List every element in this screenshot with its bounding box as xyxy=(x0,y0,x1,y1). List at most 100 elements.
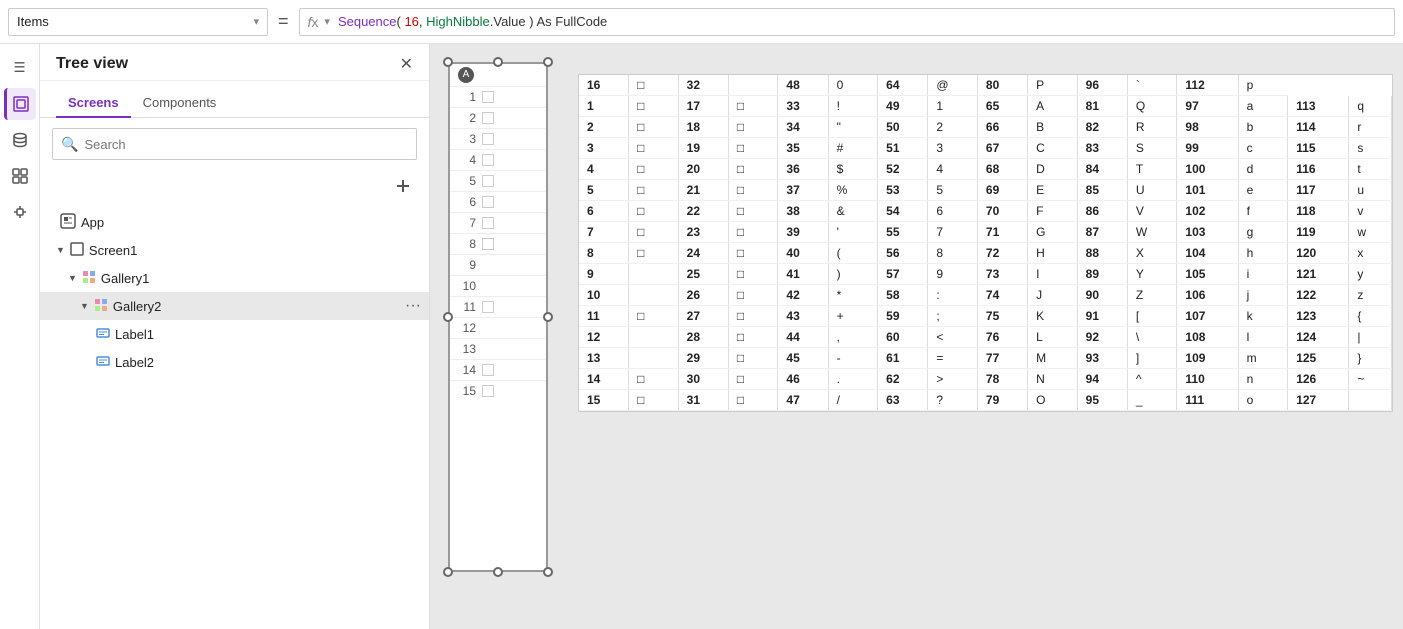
gallery-row-2: 2 xyxy=(450,108,546,129)
ascii-cell-11-7: < xyxy=(928,327,978,348)
col-h-3b: 0 xyxy=(828,75,878,96)
ascii-cell-0-2: 17 xyxy=(678,96,728,117)
ascii-cell-3-12: 100 xyxy=(1177,159,1238,180)
gallery-widget[interactable]: A 1 2 3 4 5 6 7 8 9 10 11 12 13 xyxy=(448,62,548,572)
search-input[interactable] xyxy=(84,137,408,152)
gallery2-more-button[interactable]: ··· xyxy=(405,297,421,315)
app-icon xyxy=(60,213,76,232)
ascii-cell-6-4: 39 xyxy=(778,222,828,243)
ascii-cell-6-2: 23 xyxy=(678,222,728,243)
ascii-cell-8-6: 57 xyxy=(878,264,928,285)
ascii-cell-10-6: 59 xyxy=(878,306,928,327)
ascii-cell-5-6: 54 xyxy=(878,201,928,222)
ascii-cell-10-5: + xyxy=(828,306,878,327)
ascii-cell-14-2: 31 xyxy=(678,390,728,411)
ascii-cell-0-14: 113 xyxy=(1288,96,1349,117)
ascii-cell-3-9: D xyxy=(1028,159,1078,180)
ascii-cell-4-0: 5 xyxy=(579,180,629,201)
ascii-cell-0-13: a xyxy=(1238,96,1288,117)
ascii-cell-2-13: c xyxy=(1238,138,1288,159)
ascii-row-4: 5□21□37%53569E85U101e117u xyxy=(579,180,1392,201)
ascii-cell-0-8: 65 xyxy=(977,96,1027,117)
ascii-cell-7-12: 104 xyxy=(1177,243,1238,264)
handle-mid-left[interactable] xyxy=(443,312,453,322)
tree-item-label1[interactable]: Label1 xyxy=(40,320,429,348)
formula-chevron: ▾ xyxy=(324,15,330,28)
ascii-cell-5-8: 70 xyxy=(977,201,1027,222)
tree-item-label2[interactable]: Label2 xyxy=(40,348,429,376)
ascii-cell-0-7: 1 xyxy=(928,96,978,117)
ascii-cell-7-10: 88 xyxy=(1077,243,1127,264)
ascii-cell-11-9: L xyxy=(1028,327,1078,348)
ascii-cell-14-4: 47 xyxy=(778,390,828,411)
handle-bottom-center[interactable] xyxy=(493,567,503,577)
add-item-button[interactable] xyxy=(389,172,417,200)
formula-bar[interactable]: fx ▾ Sequence( 16, HighNibble.Value ) As… xyxy=(299,8,1395,36)
ascii-cell-8-1 xyxy=(629,264,679,285)
ascii-cell-4-5: % xyxy=(828,180,878,201)
ascii-cell-0-12: 97 xyxy=(1177,96,1238,117)
tree-item-screen1[interactable]: ▼ Screen1 xyxy=(40,236,429,264)
ascii-cell-8-14: 121 xyxy=(1288,264,1349,285)
layers-icon[interactable] xyxy=(4,88,36,120)
handle-bottom-right[interactable] xyxy=(543,567,553,577)
handle-top-left[interactable] xyxy=(443,57,453,67)
ascii-cell-7-14: 120 xyxy=(1288,243,1349,264)
ascii-cell-1-10: 82 xyxy=(1077,117,1127,138)
ascii-cell-8-9: I xyxy=(1028,264,1078,285)
ascii-cell-4-8: 69 xyxy=(977,180,1027,201)
ascii-row-8: 925□41)57973I89Y105i121y xyxy=(579,264,1392,285)
ascii-cell-8-10: 89 xyxy=(1077,264,1127,285)
label1-label: Label1 xyxy=(115,327,421,342)
ascii-cell-10-10: 91 xyxy=(1077,306,1127,327)
ascii-cell-11-10: 92 xyxy=(1077,327,1127,348)
ascii-cell-13-5: . xyxy=(828,369,878,390)
col-h-6: 96 xyxy=(1077,75,1127,96)
ascii-table: 16 □ 32 48 0 64 @ 80 P 96 ` 112 xyxy=(578,74,1393,412)
ascii-cell-8-3: □ xyxy=(728,264,778,285)
component-icon[interactable] xyxy=(4,160,36,192)
ascii-row-6: 7□23□39'55771G87W103g119w xyxy=(579,222,1392,243)
close-button[interactable]: ✕ xyxy=(400,54,413,74)
ascii-cell-0-9: A xyxy=(1028,96,1078,117)
ascii-cell-7-6: 56 xyxy=(878,243,928,264)
database-icon[interactable] xyxy=(4,124,36,156)
ascii-cell-12-6: 61 xyxy=(878,348,928,369)
handle-top-right[interactable] xyxy=(543,57,553,67)
ascii-cell-8-5: ) xyxy=(828,264,878,285)
ascii-cell-10-13: k xyxy=(1238,306,1288,327)
gallery1-chevron: ▼ xyxy=(68,273,77,283)
variable-icon[interactable] xyxy=(4,196,36,228)
tree-item-app[interactable]: App xyxy=(40,208,429,236)
hamburger-icon[interactable]: ☰ xyxy=(4,52,36,84)
label2-label: Label2 xyxy=(115,355,421,370)
col-h-5b: P xyxy=(1028,75,1078,96)
ascii-cell-12-5: - xyxy=(828,348,878,369)
top-bar: Items ▾ = fx ▾ Sequence( 16, HighNibble.… xyxy=(0,0,1403,44)
ascii-cell-4-1: □ xyxy=(629,180,679,201)
gallery2-chevron: ▼ xyxy=(80,301,89,311)
ascii-cell-11-5: , xyxy=(828,327,878,348)
ascii-cell-2-11: S xyxy=(1127,138,1177,159)
handle-bottom-left[interactable] xyxy=(443,567,453,577)
ascii-cell-10-11: [ xyxy=(1127,306,1177,327)
ascii-cell-1-9: B xyxy=(1028,117,1078,138)
tree-item-gallery1[interactable]: ▼ Gallery1 xyxy=(40,264,429,292)
items-dropdown[interactable]: Items ▾ xyxy=(8,8,268,36)
tab-components[interactable]: Components xyxy=(131,89,229,118)
ascii-cell-3-6: 52 xyxy=(878,159,928,180)
ascii-cell-1-8: 66 xyxy=(977,117,1027,138)
gallery-row-11: 11 xyxy=(450,297,546,318)
gallery-row-4: 4 xyxy=(450,150,546,171)
handle-mid-right[interactable] xyxy=(543,312,553,322)
handle-top-center[interactable] xyxy=(493,57,503,67)
tree-item-gallery2[interactable]: ▼ Gallery2 ··· xyxy=(40,292,429,320)
ascii-cell-8-8: 73 xyxy=(977,264,1027,285)
dropdown-chevron: ▾ xyxy=(253,15,259,28)
label2-icon xyxy=(96,354,110,371)
check-3 xyxy=(482,133,494,145)
tab-screens[interactable]: Screens xyxy=(56,89,131,118)
ascii-cell-11-3: □ xyxy=(728,327,778,348)
ascii-row-9: 1026□42*58:74J90Z106j122z xyxy=(579,285,1392,306)
ascii-cell-3-14: 116 xyxy=(1288,159,1349,180)
